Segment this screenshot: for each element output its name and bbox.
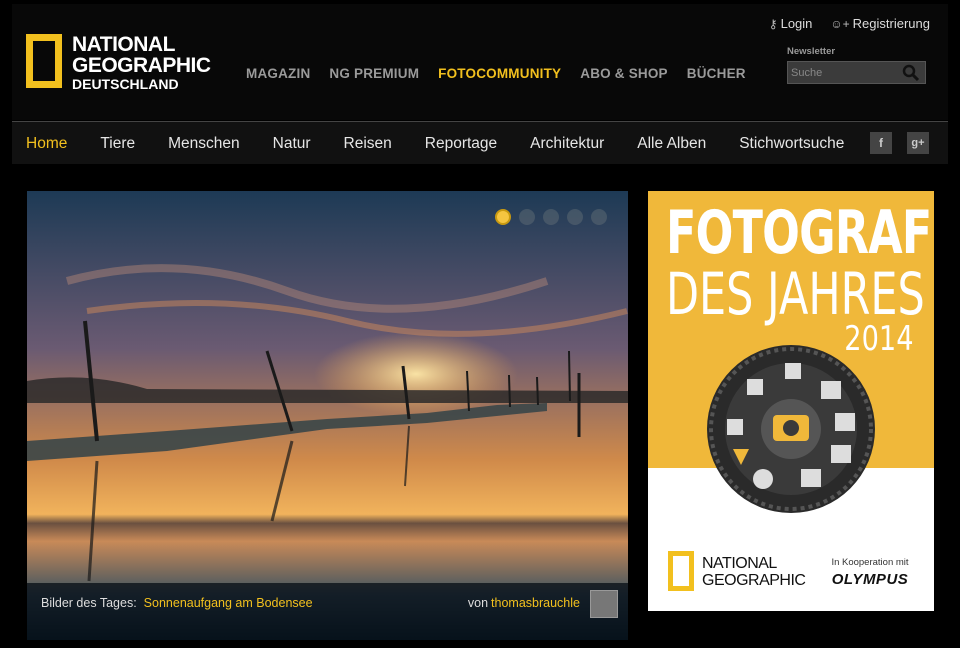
account-links: ⚷ Login ☺+ Registrierung: [769, 16, 930, 31]
fotograf-des-jahres-ad[interactable]: FOTOGRAF DES JAHRES 2014 NATIONAL GEOGRA…: [648, 191, 934, 611]
logo-line3: DEUTSCHLAND: [72, 76, 179, 92]
ad-logo-line1: NATIONAL: [702, 555, 777, 572]
ad-logo-frame: [668, 551, 694, 591]
topnav-magazin[interactable]: MAGAZIN: [246, 66, 310, 81]
section-navigation: Home Tiere Menschen Natur Reisen Reporta…: [12, 121, 948, 164]
facebook-icon[interactable]: f: [870, 132, 892, 154]
search-input[interactable]: [788, 62, 900, 83]
topnav-buecher[interactable]: BÜCHER: [687, 66, 746, 81]
logo-line1: NATIONAL: [72, 33, 175, 56]
subnav-natur[interactable]: Natur: [273, 135, 311, 153]
site-header: NATIONAL GEOGRAPHIC DEUTSCHLAND MAGAZIN …: [12, 4, 948, 120]
slide-dot-2[interactable]: [519, 209, 535, 225]
hero-caption: Bilder des Tages: Sonnenaufgang am Bodens…: [27, 583, 628, 640]
ng-logo[interactable]: NATIONAL GEOGRAPHIC DEUTSCHLAND: [26, 34, 216, 100]
subnav-menschen[interactable]: Menschen: [168, 135, 240, 153]
slide-dot-1[interactable]: [495, 209, 511, 225]
photographer-link[interactable]: thomasbrauchle: [491, 596, 580, 610]
caption-prefix: Bilder des Tages:: [41, 596, 137, 610]
ad-title-line1: FOTOGRAF: [666, 198, 932, 268]
subnav-architektur[interactable]: Architektur: [530, 135, 604, 153]
subnav-tiere[interactable]: Tiere: [100, 135, 135, 153]
slide-indicators: [495, 209, 607, 225]
key-icon: ⚷: [768, 17, 778, 31]
slide-dot-4[interactable]: [567, 209, 583, 225]
olympus-logo: OLYMPUS: [831, 571, 909, 588]
caption-by: von: [467, 596, 489, 610]
slide-dot-5[interactable]: [591, 209, 607, 225]
logo-line2: GEOGRAPHIC: [72, 54, 211, 77]
googleplus-icon[interactable]: g+: [907, 132, 929, 154]
hero-slideshow[interactable]: Bilder des Tages: Sonnenaufgang am Bodens…: [27, 191, 628, 640]
caption-title-link[interactable]: Sonnenaufgang am Bodensee: [144, 596, 313, 610]
subnav-home[interactable]: Home: [26, 135, 67, 153]
subnav-stichwortsuche[interactable]: Stichwortsuche: [739, 135, 844, 153]
subnav-reisen[interactable]: Reisen: [344, 135, 392, 153]
register-link[interactable]: ☺+ Registrierung: [830, 16, 930, 31]
ad-title-line2: DES JAHRES: [666, 260, 925, 328]
ad-logo-line2: GEOGRAPHIC: [702, 572, 806, 589]
ad-cooperation-text: In Kooperation mit: [831, 557, 909, 568]
topnav-abo-shop[interactable]: ABO & SHOP: [580, 66, 668, 81]
search-box: [787, 61, 926, 84]
login-label: Login: [780, 16, 813, 31]
avatar[interactable]: [590, 590, 618, 618]
ad-ng-logo: NATIONAL GEOGRAPHIC: [668, 551, 818, 595]
logo-text: NATIONAL GEOGRAPHIC DEUTSCHLAND: [72, 34, 211, 92]
subnav-alle-alben[interactable]: Alle Alben: [637, 135, 706, 153]
topnav-ng-premium[interactable]: NG PREMIUM: [329, 66, 419, 81]
newsletter-label[interactable]: Newsletter: [787, 46, 835, 57]
add-user-icon: ☺+: [830, 17, 850, 31]
camera-mode-dial-icon: [707, 345, 875, 513]
search-icon[interactable]: [901, 63, 921, 83]
logo-yellow-frame: [26, 34, 62, 88]
top-navigation: MAGAZIN NG PREMIUM FOTOCOMMUNITY ABO & S…: [246, 66, 746, 81]
subnav-reportage[interactable]: Reportage: [425, 135, 497, 153]
ad-logo-text: NATIONAL GEOGRAPHIC: [702, 555, 806, 589]
register-label: Registrierung: [852, 16, 930, 31]
hero-photo: [27, 191, 628, 640]
login-link[interactable]: ⚷ Login: [769, 16, 813, 31]
topnav-fotocommunity[interactable]: FOTOCOMMUNITY: [438, 66, 561, 81]
slide-dot-3[interactable]: [543, 209, 559, 225]
